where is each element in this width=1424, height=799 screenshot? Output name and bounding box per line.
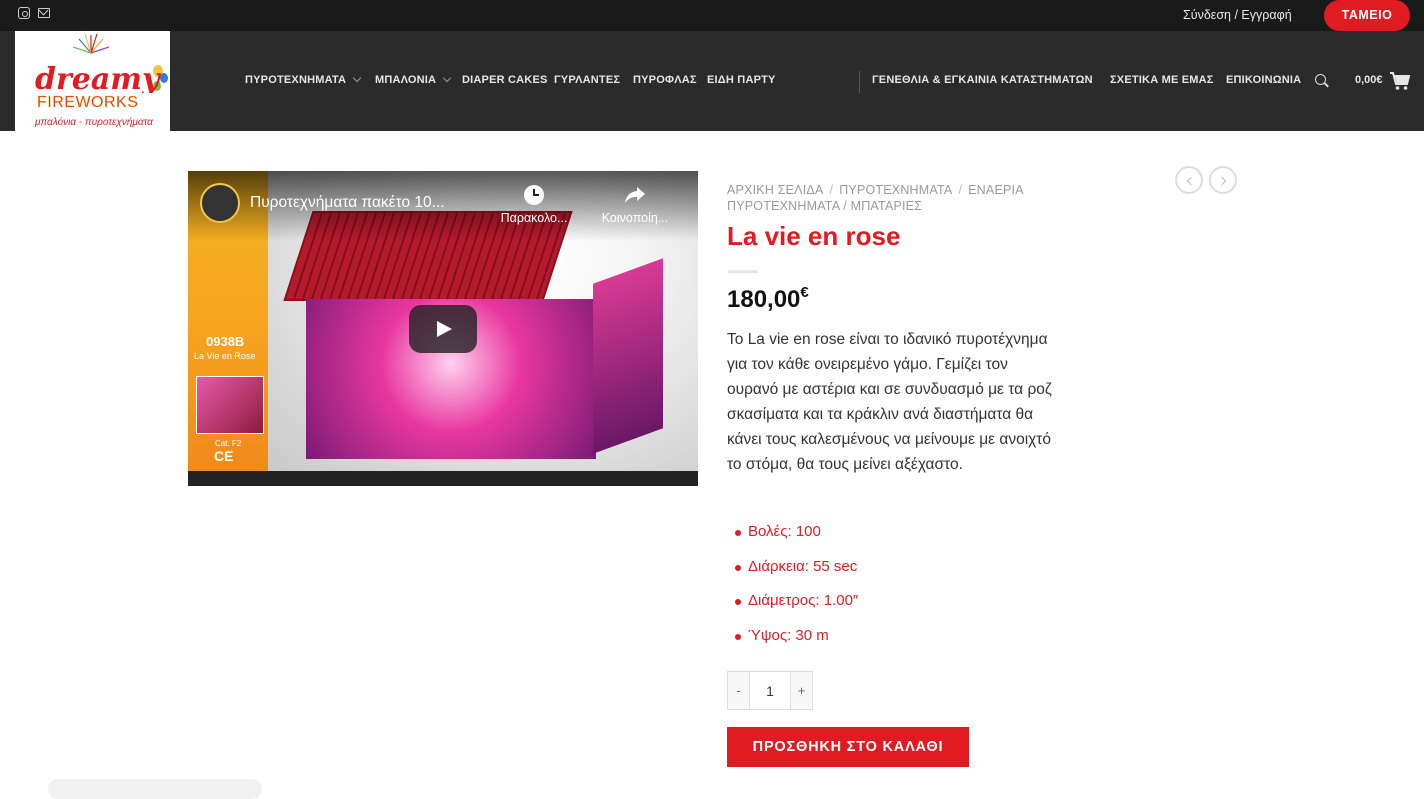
watch-later-button[interactable]: Παρακολο... [494, 185, 574, 225]
cart-total[interactable]: 0,00€ [1355, 74, 1383, 86]
breadcrumb: ΑΡΧΙΚΗ ΣΕΛΙΔΑ / ΠΥΡΟΤΕΧΝΗΜΑΤΑ / ΕΝΑΕΡΙΑ ΠΥΡΟ… [727, 182, 1067, 214]
nav-item-4[interactable]: ΓΥΡΛΑΝΤΕΣ [554, 74, 620, 86]
nav-item-5[interactable]: ΠΥΡΟΦΛΑΣ [633, 74, 697, 86]
previous-product-icon[interactable] [1175, 166, 1203, 194]
video-bottom-strip [188, 471, 698, 486]
logo-tagline: μπαλόνια - πυροτεχνήματα [34, 116, 153, 128]
clock-icon [524, 185, 544, 205]
spec-item: Διάμετρος: 1.00″ [735, 592, 1068, 627]
product-box-side [593, 258, 663, 454]
login-register-link[interactable]: Σύνδεση / Εγγραφή [1183, 8, 1292, 22]
price-currency: € [800, 284, 809, 301]
logo-fireworks-text: FIREWORKS [37, 94, 138, 111]
nav-right-item-3[interactable]: ΕΠΙΚΟΙΝΩΝΙΑ [1226, 74, 1301, 86]
nav-right-item-1[interactable]: ΓΕΝΕΘΛΙΑ & ΕΓΚΑΙΝΙΑ ΚΑΤΑΣΤΗΜΑΤΩΝ [872, 74, 1093, 86]
bottom-tab-pill[interactable] [48, 779, 262, 799]
share-icon [625, 187, 645, 203]
nav-item-2[interactable]: ΜΠΑΛΟΝΙΑ [375, 74, 436, 86]
envelope-icon[interactable] [38, 8, 50, 18]
share-button[interactable]: Κοινοποίη... [590, 185, 680, 225]
main-header: dreamy FIREWORKS μπαλόνια - πυροτεχνήματ… [0, 31, 1424, 131]
spec-item: Ύψος: 30 m [735, 627, 1068, 662]
nav-item-6[interactable]: ΕΙΔΗ ΠΑΡΤΥ [707, 74, 776, 86]
video-product-code: 0938B [206, 334, 245, 349]
product-price: 180,00€ [727, 284, 809, 314]
channel-avatar[interactable] [200, 183, 240, 223]
instagram-icon[interactable] [18, 7, 30, 19]
breadcrumb-link[interactable]: ΑΡΧΙΚΗ ΣΕΛΙΔΑ [727, 183, 824, 197]
search-icon[interactable] [1315, 74, 1326, 85]
ce-mark: CE [214, 448, 234, 464]
dreamy-fireworks-logo[interactable]: dreamy FIREWORKS μπαλόνια - πυροτεχνήματ… [15, 31, 170, 131]
spec-item: Διάρκεια: 55 sec [735, 558, 1068, 593]
logo-wordmark: dreamy [35, 62, 162, 97]
video-category: Cat. F2 [215, 439, 242, 448]
play-button[interactable] [409, 305, 477, 353]
nav-item-1[interactable]: ΠΥΡΟΤΕΧΝΗΜΑΤΑ [245, 74, 346, 86]
share-label: Κοινοποίη... [601, 211, 669, 225]
checkout-button[interactable]: ΤΑΜΕΙΟ [1324, 0, 1410, 31]
social-links [18, 7, 50, 19]
product-video-player[interactable]: 0938B La Vie en Rose Cat. F2 CE Πυροτεχν… [188, 171, 698, 486]
quantity-stepper: - + [727, 671, 813, 710]
quantity-minus-button[interactable]: - [727, 671, 750, 710]
nav-divider [859, 71, 860, 93]
product-title: La vie en rose [727, 221, 901, 251]
product-specs: Βολές: 100 Διάρκεια: 55 sec Διάμετρος: 1.0… [735, 523, 1068, 662]
title-divider [728, 270, 758, 273]
video-mini-box [196, 376, 264, 434]
quantity-plus-button[interactable]: + [790, 671, 813, 710]
top-bar: Σύνδεση / Εγγραφή ΤΑΜΕΙΟ [0, 0, 1424, 31]
product-description: Το La vie en rose είναι το ιδανικό πυροτ… [727, 331, 1052, 473]
shopping-cart-icon[interactable] [1389, 71, 1411, 91]
nav-right-item-2[interactable]: ΣΧΕΤΙΚΑ ΜΕ ΕΜΑΣ [1110, 74, 1214, 86]
watch-later-label: Παρακολο... [500, 211, 568, 225]
next-product-icon[interactable] [1209, 166, 1237, 194]
nav-item-3[interactable]: DIAPER CAKES [462, 74, 548, 86]
price-amount: 180,00 [727, 286, 801, 313]
breadcrumb-separator: / [958, 183, 963, 197]
video-title[interactable]: Πυροτεχνήματα πακέτο 10... [250, 194, 490, 212]
video-product-name: La Vie en Rose [194, 351, 256, 361]
chevron-down-icon [352, 73, 362, 83]
quantity-input[interactable] [750, 671, 790, 710]
add-to-cart-button[interactable]: ΠΡΟΣΘΗΚΗ ΣΤΟ ΚΑΛΑΘΙ [727, 727, 969, 767]
breadcrumb-separator: / [829, 183, 834, 197]
breadcrumb-link[interactable]: ΠΥΡΟΤΕΧΝΗΜΑΤΑ [839, 183, 952, 197]
spec-item: Βολές: 100 [735, 523, 1068, 558]
chevron-down-icon [442, 73, 452, 83]
